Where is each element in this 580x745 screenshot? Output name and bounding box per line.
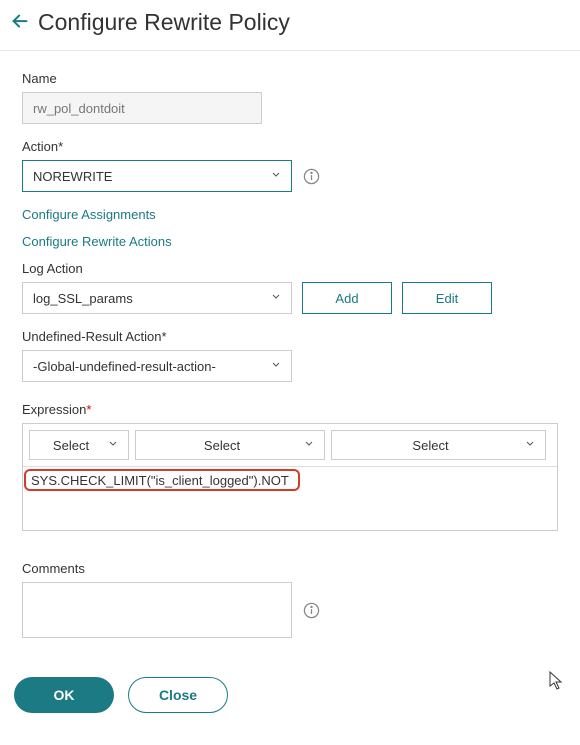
undef-action-select[interactable]: -Global-undefined-result-action-	[22, 350, 292, 382]
action-select[interactable]: NOREWRITE	[22, 160, 292, 192]
page-title: Configure Rewrite Policy	[38, 9, 290, 36]
ok-button[interactable]: OK	[14, 677, 114, 713]
edit-button[interactable]: Edit	[402, 282, 492, 314]
configure-assignments-link[interactable]: Configure Assignments	[22, 207, 558, 222]
undef-action-label: Undefined-Result Action*	[22, 329, 558, 344]
required-asterisk: *	[86, 402, 91, 417]
add-button[interactable]: Add	[302, 282, 392, 314]
expression-textarea[interactable]	[23, 467, 557, 527]
action-label: Action*	[22, 139, 558, 154]
name-input	[22, 92, 262, 124]
expression-select-3[interactable]: Select	[331, 430, 546, 460]
expression-label: Expression*	[22, 402, 558, 417]
expression-select-2[interactable]: Select	[135, 430, 325, 460]
back-arrow-icon[interactable]	[6, 8, 34, 36]
info-icon[interactable]	[302, 167, 320, 185]
configure-rewrite-actions-link[interactable]: Configure Rewrite Actions	[22, 234, 558, 249]
log-action-label: Log Action	[22, 261, 558, 276]
comments-textarea[interactable]	[22, 582, 292, 638]
info-icon[interactable]	[302, 601, 320, 619]
log-action-select[interactable]: log_SSL_params	[22, 282, 292, 314]
name-label: Name	[22, 71, 558, 86]
comments-label: Comments	[22, 561, 558, 576]
close-button[interactable]: Close	[128, 677, 228, 713]
expression-select-1[interactable]: Select	[29, 430, 129, 460]
